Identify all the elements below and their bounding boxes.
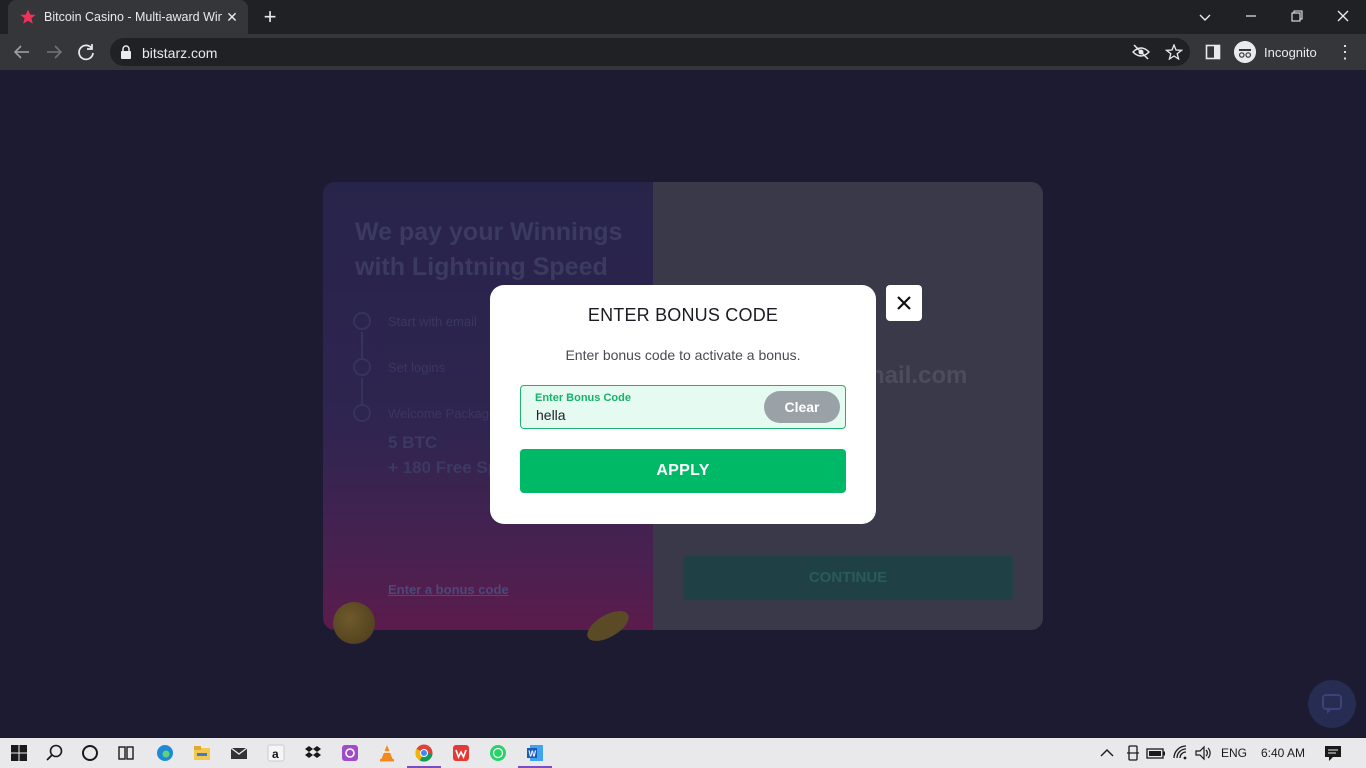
address-bar[interactable]: bitstarz.com <box>110 38 1190 66</box>
bonus-code-input[interactable]: Enter Bonus Code hella Clear <box>520 385 846 429</box>
eye-crossed-icon[interactable] <box>1132 44 1150 60</box>
browser-tab[interactable]: Bitcoin Casino - Multi-award Winning ✕ <box>8 0 248 34</box>
dialog-subtitle: Enter bonus code to activate a bonus. <box>565 347 801 363</box>
email-display: nail.com <box>870 362 968 389</box>
wps-office-icon[interactable] <box>451 743 471 763</box>
step-dot <box>353 312 371 330</box>
amazon-icon[interactable]: a <box>266 743 286 763</box>
chat-icon <box>1322 694 1342 714</box>
vlc-icon[interactable] <box>377 743 397 763</box>
bonus-code-label: Enter Bonus Code <box>535 392 631 404</box>
restore-button[interactable] <box>1282 5 1312 29</box>
clock[interactable]: 6:40 AM <box>1261 746 1305 760</box>
promo-heading-line1: We pay your Winnings <box>355 218 623 246</box>
step-line <box>361 332 363 358</box>
star-favicon-icon <box>20 9 36 24</box>
window-close-button[interactable] <box>1328 5 1358 29</box>
search-icon[interactable] <box>45 743 65 763</box>
browser-tab-bar: Bitcoin Casino - Multi-award Winning ✕ + <box>0 0 1366 34</box>
promo-heading: We pay your Winnings with Lightning Spee… <box>355 215 622 285</box>
back-arrow-icon[interactable] <box>11 41 33 63</box>
bookmark-star-icon[interactable] <box>1165 44 1183 60</box>
notifications-icon[interactable] <box>1323 744 1343 762</box>
windows-start-icon[interactable] <box>9 743 29 763</box>
incognito-indicator[interactable]: Incognito <box>1234 41 1326 63</box>
apply-button[interactable]: APPLY <box>520 449 846 493</box>
battery-icon[interactable] <box>1146 744 1166 762</box>
step-line <box>361 378 363 404</box>
step-label: Start with email <box>388 314 477 329</box>
lock-icon[interactable] <box>120 45 132 59</box>
task-view-icon[interactable] <box>116 743 136 763</box>
tab-close-icon[interactable]: ✕ <box>224 9 240 25</box>
mail-icon[interactable] <box>229 743 249 763</box>
svg-text:a: a <box>272 747 279 761</box>
url-text[interactable]: bitstarz.com <box>142 45 217 61</box>
live-chat-button[interactable] <box>1308 680 1356 728</box>
enter-bonus-code-link: Enter a bonus code <box>388 582 509 597</box>
browser-toolbar: bitstarz.com Incognito ⋮ <box>0 34 1366 70</box>
tab-search-icon[interactable] <box>1190 5 1220 29</box>
photos-app-icon[interactable] <box>340 743 360 763</box>
chrome-icon[interactable] <box>414 743 434 763</box>
promo-heading-line2: with Lightning Speed <box>355 253 608 281</box>
step-dot <box>353 404 371 422</box>
close-icon <box>897 296 911 310</box>
tray-chevron-up-icon[interactable] <box>1098 744 1116 762</box>
minimize-button[interactable] <box>1236 5 1266 29</box>
bonus-code-dialog: ENTER BONUS CODE Enter bonus code to act… <box>490 285 876 524</box>
clear-button[interactable]: Clear <box>764 391 840 423</box>
wifi-icon[interactable] <box>1172 744 1190 762</box>
svg-text:W: W <box>529 750 537 759</box>
dialog-title: ENTER BONUS CODE <box>587 305 779 325</box>
incognito-label: Incognito <box>1264 45 1317 60</box>
step-dot <box>353 358 371 376</box>
tab-title: Bitcoin Casino - Multi-award Winning <box>44 10 222 24</box>
device-icon[interactable] <box>1124 744 1142 762</box>
word-icon[interactable]: W <box>525 743 545 763</box>
incognito-icon <box>1234 41 1256 63</box>
whatsapp-icon[interactable] <box>488 743 508 763</box>
dropbox-icon[interactable] <box>303 743 323 763</box>
browser-menu-icon[interactable]: ⋮ <box>1336 42 1354 62</box>
dialog-close-button[interactable] <box>886 285 922 321</box>
coin-decoration <box>333 602 375 644</box>
forward-arrow-icon[interactable] <box>43 41 65 63</box>
bonus-code-value[interactable]: hella <box>536 407 566 423</box>
step-label: Welcome Package <box>388 406 497 421</box>
windows-taskbar: a W ENG 6:40 AM <box>0 738 1366 768</box>
continue-button: CONTINUE <box>683 556 1013 600</box>
volume-icon[interactable] <box>1194 744 1212 762</box>
reload-icon[interactable] <box>75 41 97 63</box>
cortana-icon[interactable] <box>80 743 100 763</box>
new-tab-button[interactable]: + <box>258 6 282 28</box>
language-indicator[interactable]: ENG <box>1221 746 1247 760</box>
file-explorer-icon[interactable] <box>192 743 212 763</box>
edge-icon[interactable] <box>155 743 175 763</box>
step-label: Set logins <box>388 360 446 375</box>
side-panel-icon[interactable] <box>1205 44 1221 60</box>
